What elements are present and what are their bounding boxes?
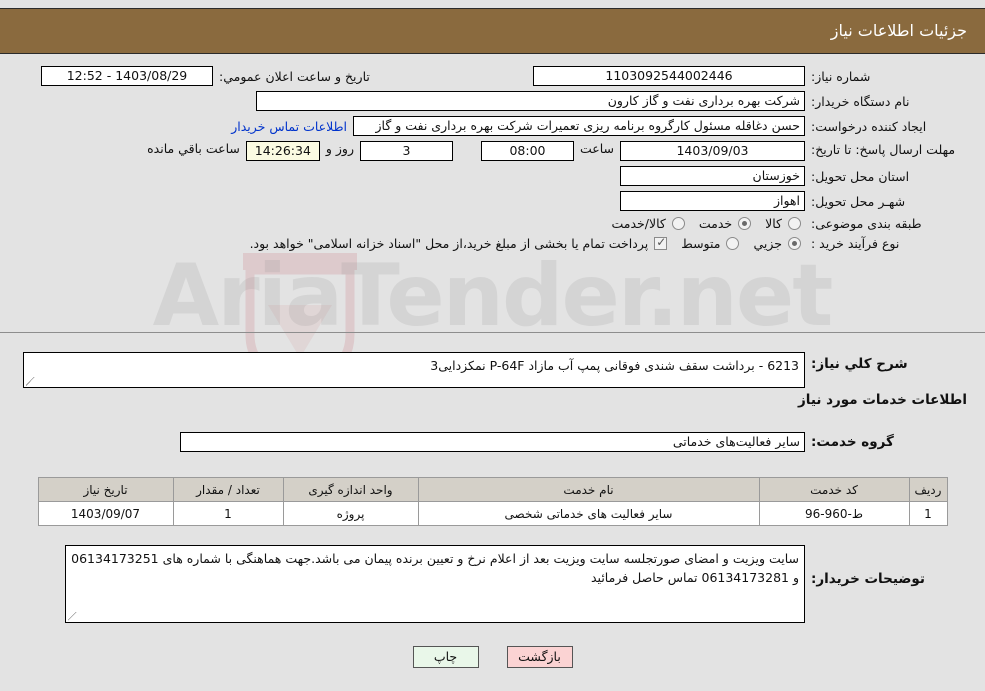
cell-quantity: 1 bbox=[172, 501, 284, 526]
radio-category-label-1: خدمت bbox=[698, 216, 733, 231]
row-buyer-notes: توضیحات خریدار: سایت ویزیت و امضای صورتج… bbox=[0, 545, 985, 623]
radio-process-label-1: متوسط bbox=[681, 236, 721, 251]
row-need-number: شماره نیاز: 1103092544002446 تاریخ و ساع… bbox=[0, 66, 985, 86]
row-requester: ایجاد کننده درخواست: حسن دغاقله مسئول کا… bbox=[0, 116, 985, 136]
th-quantity: تعداد / مقدار bbox=[172, 477, 284, 502]
radio-category-2[interactable] bbox=[671, 217, 685, 230]
label-requester: ایجاد کننده درخواست: bbox=[811, 118, 927, 134]
row-service-group: گروه خدمت: سایر فعالیت‌های خدماتی bbox=[0, 432, 985, 452]
back-button[interactable]: بازگشت bbox=[506, 646, 573, 668]
label-hour: ساعت bbox=[579, 141, 614, 156]
row-province: استان محل تحویل: خوزستان bbox=[0, 166, 985, 186]
cell-radif: 1 bbox=[908, 501, 948, 526]
page-root: AriaTender.net جزئیات اطلاعات نیاز شماره… bbox=[0, 0, 985, 691]
label-remaining: ساعت باقي مانده bbox=[147, 141, 240, 156]
service-group-value: سایر فعالیت‌های خدماتی bbox=[180, 432, 805, 452]
row-category: طبقه بندی موضوعی: کالا خدمت کالا/خدمت bbox=[0, 216, 985, 231]
th-code: کد خدمت bbox=[758, 477, 910, 502]
cell-name: سایر فعالیت های خدماتی شخصی bbox=[417, 501, 760, 526]
services-table: ردیف کد خدمت نام خدمت واحد اندازه گیری ت… bbox=[37, 477, 948, 526]
requester-value: حسن دغاقله مسئول کارگروه برنامه ریزی تعم… bbox=[353, 116, 805, 136]
row-deadline: مهلت ارسال پاسخ: تا تاریخ: 1403/09/03 سا… bbox=[0, 141, 985, 161]
label-days-word: روز و bbox=[325, 141, 354, 156]
label-need-summary: شرح کلي نیاز: bbox=[811, 356, 908, 372]
services-section-heading: اطلاعات خدمات مورد نیاز bbox=[797, 392, 967, 408]
table-header-row: ردیف کد خدمت نام خدمت واحد اندازه گیری ت… bbox=[37, 477, 948, 502]
label-islamic-treasury: پرداخت تمام یا بخشی از مبلغ خرید،از محل … bbox=[249, 236, 649, 251]
row-process-type: نوع فرآیند خرید : جزیي متوسط پرداخت تمام… bbox=[0, 235, 985, 251]
cell-code: ط-960-96 bbox=[758, 501, 910, 526]
radio-category-1[interactable] bbox=[738, 217, 752, 230]
action-buttons: بازگشت چاپ bbox=[0, 646, 985, 668]
deadline-date-value: 1403/09/03 bbox=[620, 141, 805, 161]
label-buyer-org: نام دستگاه خریدار: bbox=[811, 93, 910, 109]
countdown-timer: 14:26:34 bbox=[245, 141, 320, 161]
label-need-number: شماره نیاز: bbox=[811, 68, 871, 84]
buyer-org-value: شرکت بهره برداری نفت و گاز کارون bbox=[256, 91, 805, 111]
radio-process-0[interactable] bbox=[788, 237, 801, 250]
radio-category-label-0: کالا bbox=[765, 216, 782, 231]
print-button[interactable]: چاپ bbox=[412, 646, 479, 668]
radio-process-label-0: جزیي bbox=[753, 236, 782, 251]
services-table-wrap: ردیف کد خدمت نام خدمت واحد اندازه گیری ت… bbox=[0, 477, 985, 526]
radio-process-1[interactable] bbox=[726, 237, 740, 250]
checkbox-islamic-treasury[interactable] bbox=[654, 235, 668, 250]
radio-category-0[interactable] bbox=[788, 217, 801, 230]
deadline-time-value: 08:00 bbox=[480, 141, 574, 161]
label-buyer-notes: توضیحات خریدار: bbox=[811, 571, 925, 587]
th-date: تاریخ نیاز bbox=[37, 477, 174, 502]
label-city: شهـر محل تحویل: bbox=[811, 193, 906, 209]
need-info-form: شماره نیاز: 1103092544002446 تاریخ و ساع… bbox=[0, 62, 985, 256]
remaining-days-value: 3 bbox=[359, 141, 453, 161]
divider-top bbox=[0, 332, 985, 333]
need-number-value: 1103092544002446 bbox=[533, 66, 805, 86]
th-radif: ردیف bbox=[908, 477, 948, 502]
label-deadline: مهلت ارسال پاسخ: تا تاریخ: bbox=[811, 142, 956, 157]
row-city: شهـر محل تحویل: اهواز bbox=[0, 191, 985, 211]
announce-datetime-value: 1403/08/29 - 12:52 bbox=[41, 66, 213, 86]
row-need-summary: شرح کلي نیاز: 6213 - برداشت سقف شندی فوق… bbox=[0, 352, 985, 388]
th-unit: واحد اندازه گیری bbox=[282, 477, 419, 502]
cell-date: 1403/09/07 bbox=[37, 501, 174, 526]
label-announce-datetime: تاریخ و ساعت اعلان عمومي: bbox=[219, 68, 370, 84]
need-summary-value: 6213 - برداشت سقف شندی فوقانی پمپ آب ماز… bbox=[23, 352, 805, 388]
label-service-group: گروه خدمت: bbox=[811, 434, 894, 450]
province-value: خوزستان bbox=[620, 166, 805, 186]
row-buyer-org: نام دستگاه خریدار: شرکت بهره برداری نفت … bbox=[0, 91, 985, 111]
page-title: جزئیات اطلاعات نیاز bbox=[830, 21, 967, 40]
label-category: طبقه بندی موضوعی: bbox=[811, 216, 922, 231]
page-header: جزئیات اطلاعات نیاز bbox=[0, 8, 985, 54]
svg-text:AriaTender.net: AriaTender.net bbox=[153, 246, 833, 346]
label-province: استان محل تحویل: bbox=[811, 168, 910, 184]
table-row: 1 ط-960-96 سایر فعالیت های خدماتی شخصی پ… bbox=[37, 501, 948, 526]
buyer-notes-value: سایت ویزیت و امضای صورتجلسه سایت ویزیت ب… bbox=[65, 545, 805, 623]
city-value: اهواز bbox=[620, 191, 805, 211]
th-name: نام خدمت bbox=[417, 477, 760, 502]
cell-unit: پروژه bbox=[282, 501, 419, 526]
radio-category-label-2: کالا/خدمت bbox=[611, 216, 666, 231]
label-process-type: نوع فرآیند خرید : bbox=[811, 236, 900, 251]
buyer-contact-link[interactable]: اطلاعات تماس خریدار bbox=[225, 119, 353, 134]
